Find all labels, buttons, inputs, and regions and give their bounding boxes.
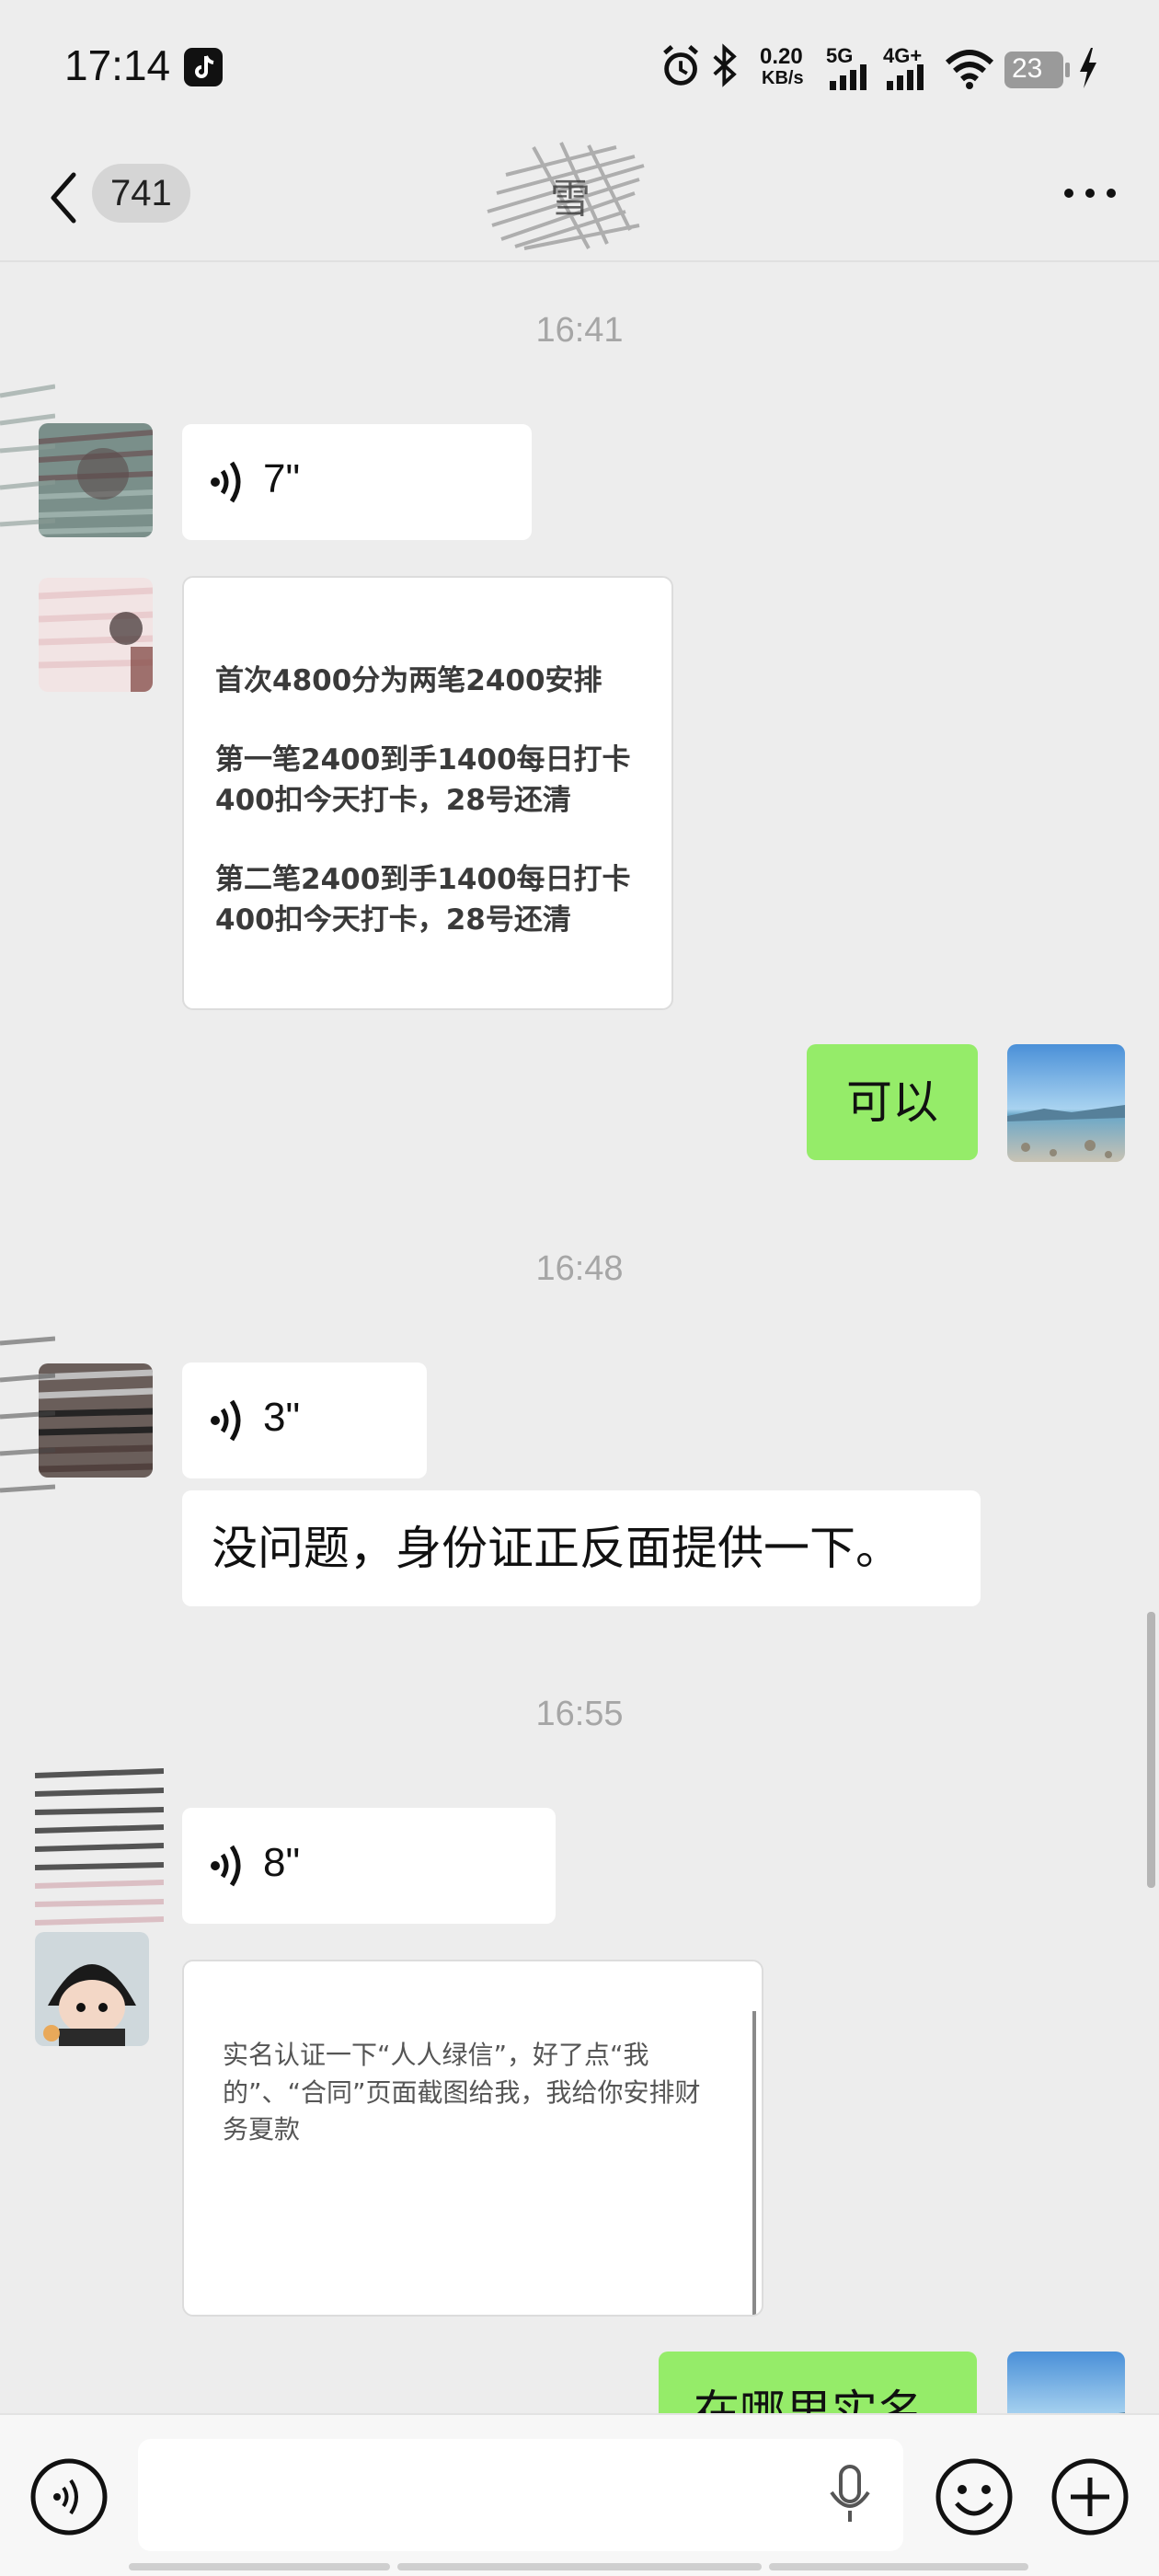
card-image-edge xyxy=(752,2011,756,2315)
voice-icon xyxy=(211,1845,241,1887)
image-message-card[interactable]: 实名认证一下“人人绿信”，好了点“我 的”、“合同”页面截图给我，我给你安排财 … xyxy=(182,1960,763,2317)
card-line: 第二笔2400到手1400每日打卡 400扣今天打卡，28号还清 xyxy=(215,863,631,937)
image-message-card[interactable]: 首次4800分为两笔2400安排 第一笔2400到手1400每日打卡 400扣今… xyxy=(182,576,673,1010)
timestamp: 16:48 xyxy=(535,1249,624,1288)
avatar-scribble-overflow xyxy=(0,368,56,552)
card-text-content: 首次4800分为两笔2400安排 第一笔2400到手1400每日打卡 400扣今… xyxy=(215,661,657,979)
timestamp: 16:41 xyxy=(535,311,624,350)
more-options-icon[interactable] xyxy=(1058,179,1122,207)
card-line: 首次4800分为两笔2400安排 xyxy=(215,664,602,697)
my-avatar[interactable] xyxy=(1007,1044,1125,1162)
tiktok-notification-icon xyxy=(184,48,223,86)
signal-bars-2-icon xyxy=(887,64,924,90)
bluetooth-icon xyxy=(713,43,737,87)
chat-header: 741 雪 xyxy=(0,138,1159,262)
message-text: 没问题，身份证正反面提供一下。 xyxy=(212,1522,901,1575)
charging-icon xyxy=(1080,48,1096,88)
voice-icon xyxy=(211,1399,241,1442)
contact-avatar[interactable] xyxy=(39,423,153,537)
gesture-bar-segment xyxy=(129,2563,390,2570)
microphone-icon[interactable] xyxy=(825,2465,875,2525)
status-time: 17:14 xyxy=(64,41,171,89)
voice-message[interactable]: 7" xyxy=(182,424,532,540)
chat-title: 雪 xyxy=(550,176,591,223)
voice-duration: 8" xyxy=(263,1840,301,1885)
voice-message[interactable]: 8" xyxy=(182,1808,556,1924)
alarm-icon xyxy=(663,45,699,86)
voice-input-toggle-icon[interactable] xyxy=(29,2457,109,2536)
voice-message[interactable]: 3" xyxy=(182,1363,427,1478)
message-text: 可以 xyxy=(846,1075,938,1129)
chat-title-area[interactable]: 雪 xyxy=(478,138,662,258)
message-bubble[interactable]: 没问题，身份证正反面提供一下。 xyxy=(182,1490,981,1606)
card-line: 第一笔2400到手1400每日打卡 400扣今天打卡，28号还清 xyxy=(215,743,631,818)
emoji-icon[interactable] xyxy=(935,2457,1014,2536)
scrollbar[interactable] xyxy=(1147,1612,1155,1888)
battery-icon: 23 xyxy=(1004,52,1063,88)
battery-tip xyxy=(1065,63,1070,77)
contact-avatar[interactable] xyxy=(34,1766,165,2075)
contact-avatar[interactable] xyxy=(39,1363,153,1478)
signal-bars-1-icon xyxy=(830,64,866,90)
voice-icon xyxy=(211,461,241,503)
net-speed-value: 0.20 xyxy=(760,44,803,69)
my-message-bubble[interactable]: 可以 xyxy=(807,1044,978,1160)
input-toolbar xyxy=(0,2413,1159,2576)
gesture-bar-segment xyxy=(769,2563,1028,2570)
card-text-content: 实名认证一下“人人绿信”，好了点“我 的”、“合同”页面截图给我，我给你安排财 … xyxy=(223,2037,738,2188)
card-text: 实名认证一下“人人绿信”，好了点“我 的”、“合同”页面截图给我，我给你安排财 … xyxy=(223,2040,701,2145)
voice-duration: 3" xyxy=(263,1395,301,1440)
unread-count-badge[interactable]: 741 xyxy=(92,164,190,223)
voice-duration: 7" xyxy=(263,456,301,501)
contact-avatar[interactable] xyxy=(39,578,153,692)
battery-level: 23 xyxy=(1012,53,1043,84)
timestamp: 16:55 xyxy=(535,1695,624,1733)
plus-icon[interactable] xyxy=(1050,2457,1130,2536)
wifi-icon xyxy=(945,50,994,89)
avatar-scribble-overflow xyxy=(0,1325,56,1527)
message-input[interactable] xyxy=(138,2439,903,2551)
back-icon[interactable] xyxy=(42,166,86,230)
gesture-bar-segment xyxy=(397,2563,762,2570)
status-bar: 17:14 0.20 KB/s 5G 4G+ 23 xyxy=(0,0,1159,138)
net-speed-unit: KB/s xyxy=(762,68,804,88)
